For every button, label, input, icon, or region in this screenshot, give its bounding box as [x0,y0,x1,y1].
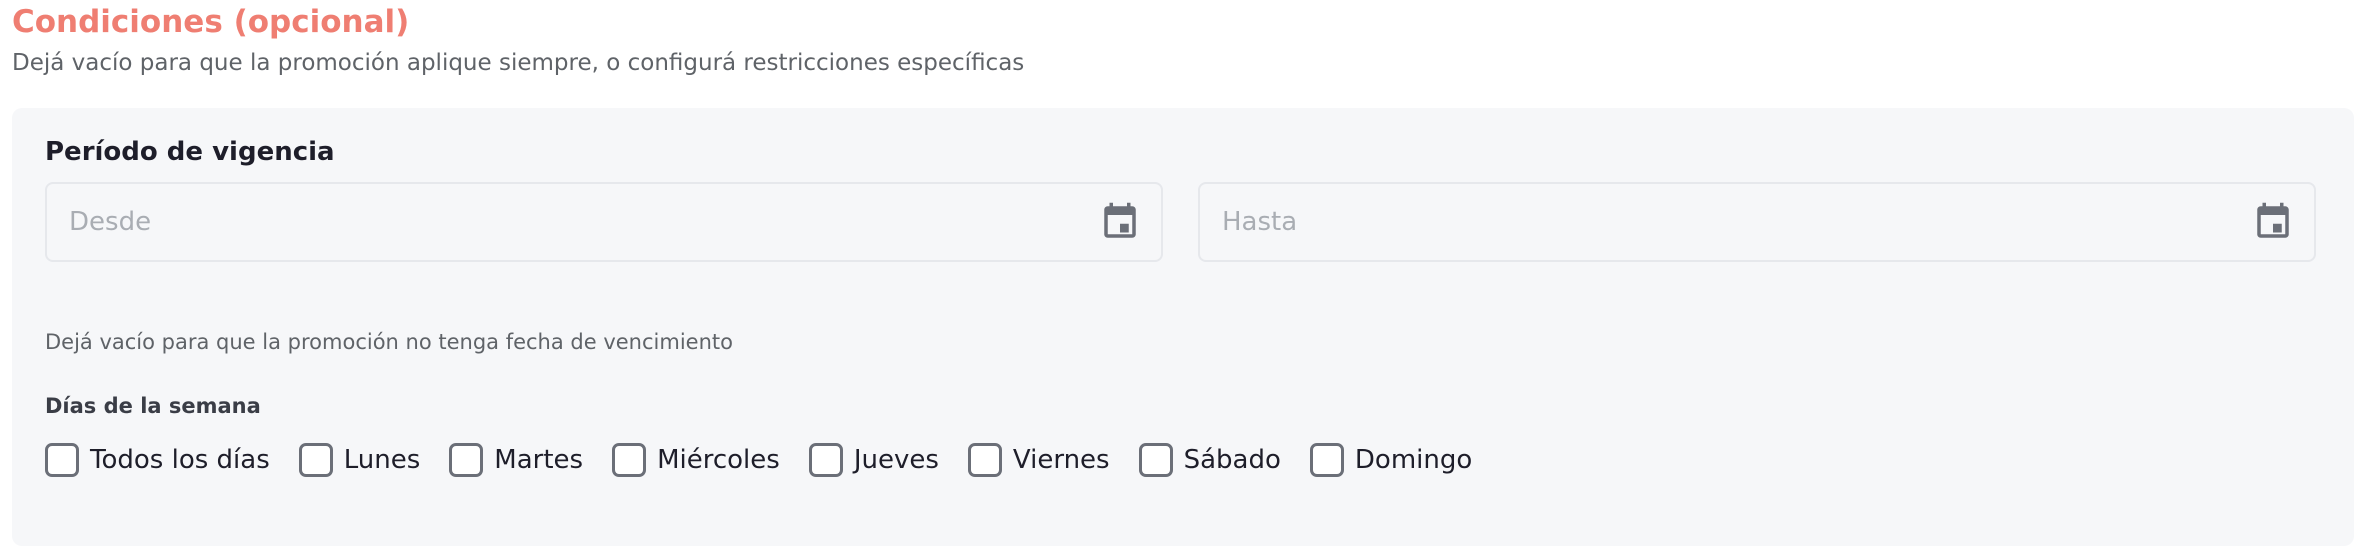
weekday-option-saturday[interactable]: Sábado [1138,442,1281,478]
weekday-option-label: Todos los días [90,445,270,475]
checkbox[interactable] [808,443,843,477]
weekday-checkbox-group: Todos los días Lunes Martes Miércoles Ju… [45,440,1501,480]
date-from-input[interactable] [69,184,1069,260]
weekday-option-all[interactable]: Todos los días [45,442,270,478]
date-to-input[interactable] [1222,184,2222,260]
weekday-option-friday[interactable]: Viernes [967,442,1110,478]
weekday-option-tuesday[interactable]: Martes [449,442,583,478]
weekday-option-label: Miércoles [657,445,780,475]
weekdays-label: Días de la semana [45,394,261,418]
weekday-option-label: Lunes [343,445,421,475]
calendar-icon[interactable] [2252,200,2294,244]
checkbox[interactable] [1138,443,1173,477]
weekday-option-monday[interactable]: Lunes [298,442,421,478]
weekday-option-label: Domingo [1354,445,1473,475]
conditions-panel: Período de vigencia Dejá vacío para que … [12,108,2354,546]
weekday-option-wednesday[interactable]: Miércoles [612,442,780,478]
section-description: Dejá vacío para que la promoción aplique… [12,50,1025,76]
weekday-option-sunday[interactable]: Domingo [1309,442,1473,478]
checkbox[interactable] [298,443,333,477]
checkbox[interactable] [45,443,79,477]
validity-hint: Dejá vacío para que la promoción no teng… [45,330,733,354]
weekday-option-label: Viernes [1012,445,1110,475]
checkbox[interactable] [1309,443,1344,477]
section-title: Condiciones (opcional) [12,4,410,40]
date-from-field[interactable] [45,182,1163,262]
date-to-field[interactable] [1198,182,2316,262]
conditions-section: Condiciones (opcional) Dejá vacío para q… [0,0,2366,546]
calendar-icon[interactable] [1099,200,1141,244]
weekday-option-label: Jueves [853,445,939,475]
checkbox[interactable] [612,443,647,477]
weekday-option-label: Martes [494,445,584,475]
weekday-option-label: Sábado [1183,445,1281,475]
checkbox[interactable] [449,443,484,477]
checkbox[interactable] [967,443,1002,477]
weekday-option-thursday[interactable]: Jueves [808,442,939,478]
validity-period-label: Período de vigencia [45,137,335,167]
